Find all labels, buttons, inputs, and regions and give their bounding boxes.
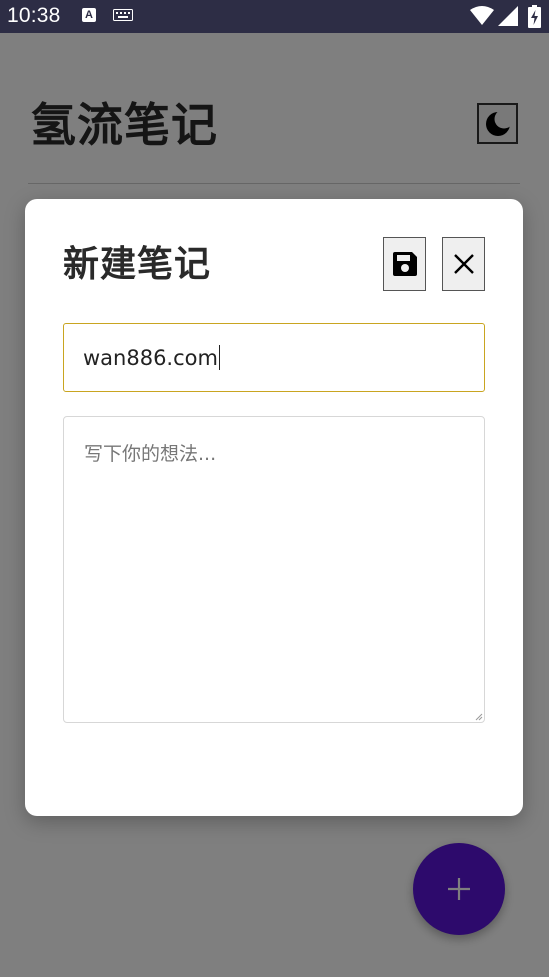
screen: 10:38 A 氢流笔记 (0, 0, 549, 977)
battery-charging-icon (528, 5, 541, 28)
keyboard-icon (113, 9, 133, 21)
status-bar: 10:38 A (0, 0, 549, 33)
accessibility-a-icon: A (82, 8, 96, 22)
save-icon (392, 252, 417, 276)
modal-title: 新建笔记 (63, 244, 212, 285)
note-title-text: wan886.com (83, 346, 218, 370)
resize-handle-icon[interactable] (475, 713, 483, 721)
close-icon (453, 254, 474, 274)
note-content-textarea[interactable] (63, 416, 485, 723)
text-caret (218, 345, 220, 370)
new-note-modal: 新建笔记 wan886.com (25, 199, 523, 816)
save-button[interactable] (383, 237, 426, 291)
note-title-value: wan886.com (83, 345, 220, 370)
signal-icon (498, 6, 518, 26)
wifi-icon (470, 6, 494, 25)
close-button[interactable] (442, 237, 485, 291)
status-time: 10:38 (7, 4, 61, 27)
